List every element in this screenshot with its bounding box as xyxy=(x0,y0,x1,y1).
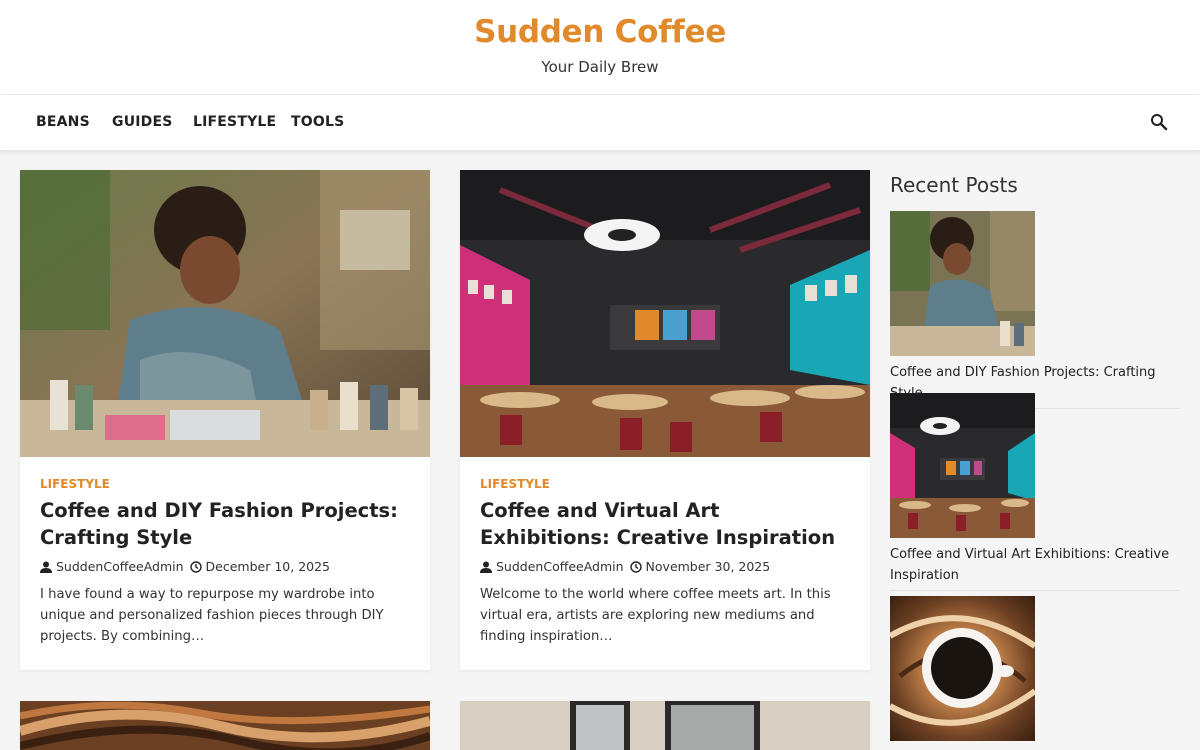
post-body: LIFESTYLE Coffee and Virtual Art Exhibit… xyxy=(480,477,850,647)
post-excerpt: Welcome to the world where coffee meets … xyxy=(480,587,831,644)
recent-post-thumbnail[interactable] xyxy=(890,211,1035,356)
post-card xyxy=(460,701,870,750)
post-meta: SuddenCoffeeAdmin December 10, 2025 xyxy=(40,559,410,574)
site-title[interactable]: Sudden Coffee xyxy=(0,14,1200,50)
post-date[interactable]: November 30, 2025 xyxy=(646,559,771,574)
nav-item-beans[interactable]: BEANS xyxy=(36,114,90,130)
post-author[interactable]: SuddenCoffeeAdmin xyxy=(496,559,624,574)
post-card: LIFESTYLE Coffee and DIY Fashion Project… xyxy=(20,170,430,670)
post-title[interactable]: Coffee and DIY Fashion Projects: Craftin… xyxy=(40,497,410,551)
post-category[interactable]: LIFESTYLE xyxy=(40,477,410,491)
user-icon xyxy=(40,561,52,573)
nav-item-lifestyle[interactable]: LIFESTYLE xyxy=(193,114,276,130)
post-image[interactable] xyxy=(20,170,430,457)
post-excerpt: I have found a way to repurpose my wardr… xyxy=(40,587,384,644)
search-icon[interactable] xyxy=(1150,113,1168,131)
post-date[interactable]: December 10, 2025 xyxy=(206,559,330,574)
post-card: LIFESTYLE Coffee and Virtual Art Exhibit… xyxy=(460,170,870,670)
post-body: LIFESTYLE Coffee and DIY Fashion Project… xyxy=(40,477,410,647)
recent-post-item[interactable]: Coffee and Virtual Art Exhibitions: Crea… xyxy=(890,393,1180,591)
user-icon xyxy=(480,561,492,573)
recent-post-item[interactable]: Coffee and DIY Fashion Projects: Craftin… xyxy=(890,211,1180,409)
nav-item-guides[interactable]: GUIDES xyxy=(112,114,173,130)
post-image[interactable] xyxy=(460,170,870,457)
site-tagline: Your Daily Brew xyxy=(541,58,659,76)
post-meta: SuddenCoffeeAdmin November 30, 2025 xyxy=(480,559,850,574)
site-header: Sudden Coffee Your Daily Brew xyxy=(0,0,1200,95)
recent-post-title[interactable]: Coffee and Virtual Art Exhibitions: Crea… xyxy=(890,544,1180,590)
clock-icon xyxy=(189,560,202,573)
post-category[interactable]: LIFESTYLE xyxy=(480,477,850,491)
post-author[interactable]: SuddenCoffeeAdmin xyxy=(56,559,184,574)
main-nav: BEANS GUIDES LIFESTYLE TOOLS xyxy=(0,95,1200,151)
post-image[interactable] xyxy=(460,701,870,750)
sidebar-heading: Recent Posts xyxy=(890,173,1018,197)
recent-post-item[interactable] xyxy=(890,596,1180,741)
post-title[interactable]: Coffee and Virtual Art Exhibitions: Crea… xyxy=(480,497,850,551)
recent-post-thumbnail[interactable] xyxy=(890,596,1035,741)
nav-item-tools[interactable]: TOOLS xyxy=(291,114,344,130)
post-card xyxy=(20,701,430,750)
recent-post-thumbnail[interactable] xyxy=(890,393,1035,538)
clock-icon xyxy=(629,560,642,573)
post-image[interactable] xyxy=(20,701,430,750)
